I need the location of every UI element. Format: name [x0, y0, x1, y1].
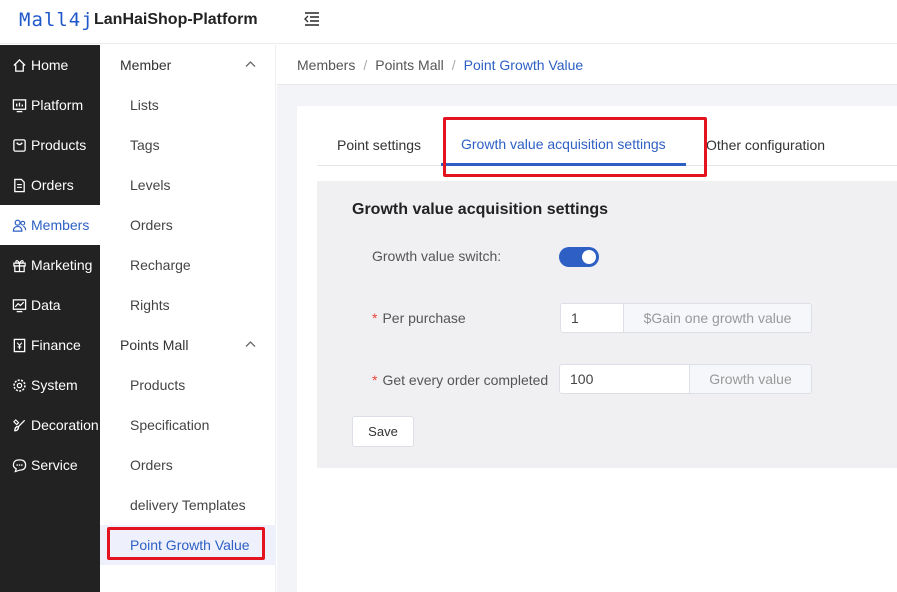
breadcrumb-item-points-mall[interactable]: Points Mall [375, 57, 443, 73]
per-purchase-label-text: Per purchase [382, 310, 466, 326]
order-completed-label-text: Get every order completed [382, 372, 549, 388]
users-icon [12, 219, 27, 232]
chat-icon [12, 458, 27, 473]
per-purchase-input[interactable]: 1 [560, 303, 624, 333]
breadcrumb: Members / Points Mall / Point Growth Val… [277, 45, 897, 85]
per-purchase-label: * Per purchase [372, 310, 466, 326]
sidebar-item-platform[interactable]: Platform [0, 85, 100, 125]
subitem-points-orders[interactable]: Orders [100, 445, 276, 485]
subitem-label: Tags [130, 137, 160, 153]
subitem-lists[interactable]: Lists [100, 85, 276, 125]
sidebar-item-label: Marketing [31, 257, 93, 273]
growth-value-switch[interactable] [559, 247, 599, 267]
sidebar-item-marketing[interactable]: Marketing [0, 245, 100, 285]
sidebar-item-label: Platform [31, 97, 84, 113]
sidebar-item-system[interactable]: System [0, 365, 100, 405]
order-completed-suffix: Growth value [690, 364, 812, 394]
tab-other-configuration[interactable]: Other configuration [706, 137, 825, 168]
logo[interactable]: Mall4j [19, 9, 94, 31]
document-icon [14, 178, 25, 192]
sidebar-item-label: Finance [31, 337, 81, 353]
form-title: Growth value acquisition settings [352, 201, 609, 218]
subgroup-points-mall[interactable]: Points Mall [100, 325, 276, 365]
subitem-orders[interactable]: Orders [100, 205, 276, 245]
sidebar-item-label: Decoration [31, 417, 99, 433]
chevron-up-icon [245, 61, 256, 67]
sidebar-item-label: Orders [31, 177, 74, 193]
finance-icon [13, 338, 26, 352]
platform-icon [12, 98, 27, 112]
top-header: Mall4j LanHaiShop-Platform [0, 0, 897, 44]
order-completed-input[interactable]: 100 [559, 364, 690, 394]
sidebar-item-home[interactable]: Home [0, 45, 100, 85]
save-button[interactable]: Save [352, 416, 414, 447]
breadcrumb-separator: / [363, 56, 368, 73]
sidebar-item-label: Service [31, 457, 78, 473]
brush-icon [13, 418, 26, 431]
chart-icon [12, 298, 27, 312]
main-sidebar: Home Platform Products Orders Members Ma… [0, 45, 100, 592]
order-completed-label: * Get every order completed [372, 372, 548, 388]
home-icon [13, 58, 26, 72]
sidebar-item-orders[interactable]: Orders [0, 165, 100, 205]
sidebar-item-label: Members [31, 217, 90, 233]
subitem-label: Orders [130, 457, 173, 473]
sidebar-item-products[interactable]: Products [0, 125, 100, 165]
subitem-label: Specification [130, 417, 210, 433]
highlight-box-tab [443, 117, 707, 177]
bag-icon [13, 138, 26, 152]
subitem-label: Products [130, 377, 186, 393]
settings-panel: Point settings Growth value acquisition … [297, 106, 897, 592]
per-purchase-suffix: $Gain one growth value [624, 303, 812, 333]
sidebar-item-label: System [31, 377, 78, 393]
sidebar-item-service[interactable]: Service [0, 445, 100, 485]
growth-switch-label: Growth value switch: [372, 248, 502, 264]
subitem-label: Levels [130, 177, 171, 193]
main-content: Members / Points Mall / Point Growth Val… [277, 45, 897, 592]
subitem-points-products[interactable]: Products [100, 365, 276, 405]
required-mark: * [372, 310, 378, 326]
gear-icon [13, 378, 26, 392]
switch-knob [582, 250, 596, 264]
sidebar-item-label: Products [31, 137, 87, 153]
sidebar-item-finance[interactable]: Finance [0, 325, 100, 365]
growth-value-form: Growth value acquisition settings Growth… [317, 181, 897, 468]
sidebar-item-decoration[interactable]: Decoration [0, 405, 100, 445]
app-title: LanHaiShop-Platform [94, 11, 258, 28]
sidebar-item-label: Home [31, 57, 69, 73]
breadcrumb-item-current: Point Growth Value [463, 56, 584, 73]
sidebar-item-label: Data [31, 297, 61, 313]
required-mark: * [372, 372, 378, 388]
sub-sidebar: Member Lists Tags Levels Orders Recharge… [100, 45, 276, 592]
gift-icon [13, 259, 26, 272]
subitem-label: Recharge [130, 257, 191, 273]
subgroup-label: Points Mall [120, 337, 189, 353]
sidebar-item-data[interactable]: Data [0, 285, 100, 325]
subitem-label: Lists [130, 97, 159, 113]
subitem-label: delivery Templates [130, 497, 246, 513]
subitem-rights[interactable]: Rights [100, 285, 276, 325]
subitem-label: Rights [130, 297, 170, 313]
subgroup-member[interactable]: Member [100, 45, 276, 85]
sidebar-item-members[interactable]: Members [0, 205, 100, 245]
subitem-label: Orders [130, 217, 173, 233]
menu-fold-icon[interactable] [303, 11, 321, 27]
breadcrumb-item-members[interactable]: Members [297, 57, 355, 73]
tab-point-settings[interactable]: Point settings [337, 137, 421, 168]
subitem-levels[interactable]: Levels [100, 165, 276, 205]
subitem-recharge[interactable]: Recharge [100, 245, 276, 285]
chevron-up-icon [245, 341, 256, 347]
subgroup-label: Member [120, 57, 172, 73]
subitem-delivery-templates[interactable]: delivery Templates [100, 485, 276, 525]
subitem-tags[interactable]: Tags [100, 125, 276, 165]
subitem-specification[interactable]: Specification [100, 405, 276, 445]
highlight-box-subitem [107, 527, 265, 560]
breadcrumb-separator: / [451, 56, 456, 73]
